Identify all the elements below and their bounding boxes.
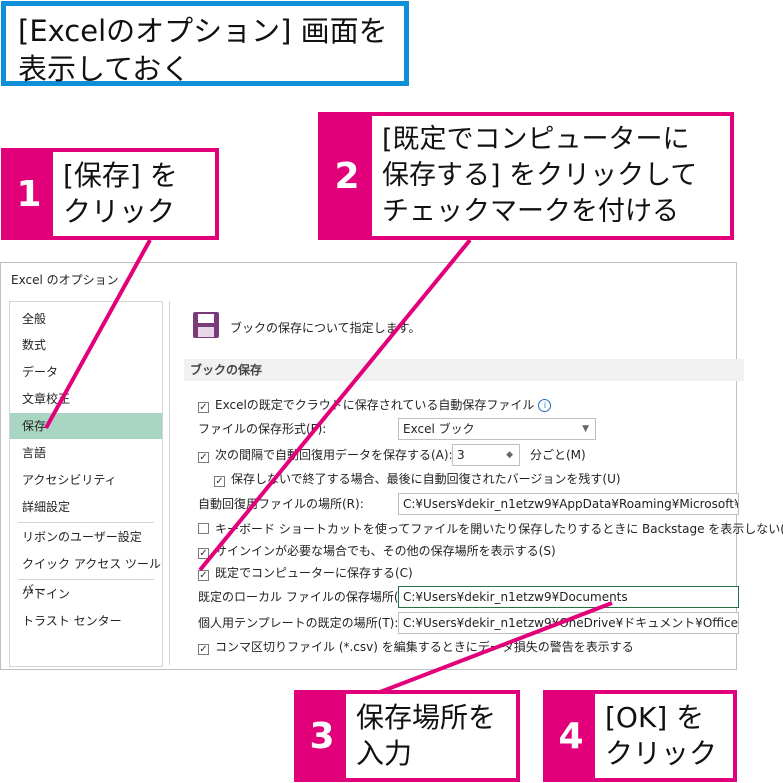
banner-line-1: [Excelのオプション] 画面を (18, 14, 388, 48)
callout-number: 1 (5, 152, 53, 236)
callout-text: [OK] を (605, 701, 705, 734)
autorecover-checkbox[interactable]: ✓ (198, 452, 209, 463)
sidebar-item-advanced[interactable]: 詳細設定 (10, 494, 162, 520)
callout-number: 2 (322, 116, 372, 236)
csv-warning-label: コンマ区切りファイル (*.csv) を編集するときにデータ損失の警告を表示する (215, 640, 634, 654)
autorecover-minutes-value: 3 (457, 448, 465, 462)
csv-warning-checkbox[interactable]: ✓ (198, 644, 209, 655)
sidebar-item-general[interactable]: 全般 (10, 306, 162, 332)
callout-text: [既定でコンピューターに (382, 124, 690, 155)
callout-number: 4 (547, 694, 595, 778)
excel-options-dialog: Excel のオプション 全般 数式 データ 文章校正 保存 言語 アクセシビリ… (0, 262, 783, 670)
save-to-computer-checkbox[interactable]: ✓ (198, 570, 209, 581)
sidebar-item-proofing[interactable]: 文章校正 (10, 386, 162, 412)
callout-number: 3 (298, 694, 346, 778)
banner-line-2: 表示しておく (18, 52, 191, 86)
keep-last-label: 保存しないで終了する場合、最後に自動回復されたバージョンを残す(U) (231, 472, 621, 486)
instruction-banner: [Excelのオプション] 画面を 表示しておく (1, 1, 409, 86)
callout-text: 入力 (356, 737, 413, 770)
callout-text: クリック (63, 195, 176, 228)
signin-locations-label: サインインが必要な場合でも、その他の保存場所を表示する(S) (215, 544, 556, 558)
panel-heading: ブックの保存について指定します。 (230, 321, 421, 335)
signin-locations-checkbox[interactable]: ✓ (198, 548, 209, 559)
dialog-title: Excel のオプション (11, 273, 119, 287)
sidebar-item-customize-ribbon[interactable]: リボンのユーザー設定 (10, 524, 162, 550)
sidebar-item-accessibility[interactable]: アクセシビリティ (10, 467, 162, 493)
info-icon: i (538, 399, 552, 412)
backstage-checkbox[interactable] (198, 523, 209, 534)
callout-text: [保存] を (63, 159, 178, 192)
callout-3: 3 保存場所を 入力 (294, 690, 520, 782)
chevron-down-icon: ▼ (582, 424, 589, 434)
callout-2: 2 [既定でコンピューターに 保存する] をクリックして チェックマークを付ける (318, 112, 734, 240)
callout-text: クリック (605, 737, 718, 770)
sidebar-divider (18, 522, 154, 523)
file-format-value: Excel ブック (403, 422, 475, 436)
template-location-label: 個人用テンプレートの既定の場所(T): (198, 616, 399, 630)
autorecover-label: 次の間隔で自動回復用データを保存する(A): (215, 448, 453, 462)
floppy-disk-icon (193, 312, 219, 338)
save-to-computer-label: 既定でコンピューターに保存する(C) (215, 566, 413, 580)
format-label: ファイルの保存形式(F): (198, 422, 327, 436)
sidebar-item-trust-center[interactable]: トラスト センター (10, 608, 162, 634)
autorecover-location-label: 自動回復用ファイルの場所(R): (198, 497, 364, 511)
callout-1: 1 [保存] を クリック (1, 148, 219, 240)
sidebar-divider (18, 579, 154, 580)
options-sidebar: 全般 数式 データ 文章校正 保存 言語 アクセシビリティ 詳細設定 リボンのユ… (9, 301, 163, 667)
autorecover-minutes-field[interactable]: 3 ◆ (452, 444, 520, 466)
sidebar-item-save[interactable]: 保存 (10, 413, 162, 439)
backstage-label: キーボード ショートカットを使ってファイルを開いたり保存したりするときに Bac… (215, 522, 783, 536)
file-format-select[interactable]: Excel ブック ▼ (398, 418, 596, 440)
spinner-icon: ◆ (506, 450, 513, 460)
save-options-panel: ブックの保存について指定します。 ブックの保存 ✓ Excelの既定でクラウドに保… (169, 301, 783, 665)
callout-text: 保存場所を (356, 701, 497, 734)
sidebar-item-formulas[interactable]: 数式 (10, 332, 162, 358)
section-header: ブックの保存 (184, 359, 744, 381)
template-location-input[interactable]: C:¥Users¥dekir_n1etzw9¥OneDrive¥ドキュメント¥O… (398, 612, 739, 634)
callout-4: 4 [OK] を クリック (543, 690, 737, 782)
callout-text: チェックマークを付ける (382, 196, 679, 227)
sidebar-item-quick-access-toolbar[interactable]: クイック アクセス ツール バー (10, 551, 162, 597)
autorecover-location-input[interactable]: C:¥Users¥dekir_n1etzw9¥AppData¥Roaming¥M… (398, 493, 739, 515)
callout-text: 保存する] をクリックして (382, 160, 698, 191)
autosave-cloud-label: Excelの既定でクラウドに保存されている自動保存ファイル (215, 398, 535, 412)
autosave-cloud-checkbox[interactable]: ✓ (198, 402, 209, 413)
sidebar-item-data[interactable]: データ (10, 359, 162, 385)
keep-last-checkbox[interactable]: ✓ (214, 476, 225, 487)
sidebar-item-add-ins[interactable]: アドイン (10, 581, 162, 607)
autorecover-unit-label: 分ごと(M) (530, 448, 586, 462)
sidebar-item-language[interactable]: 言語 (10, 440, 162, 466)
local-location-label: 既定のローカル ファイルの保存場所(I): (198, 590, 411, 604)
local-location-input[interactable]: C:¥Users¥dekir_n1etzw9¥Documents (398, 586, 739, 608)
